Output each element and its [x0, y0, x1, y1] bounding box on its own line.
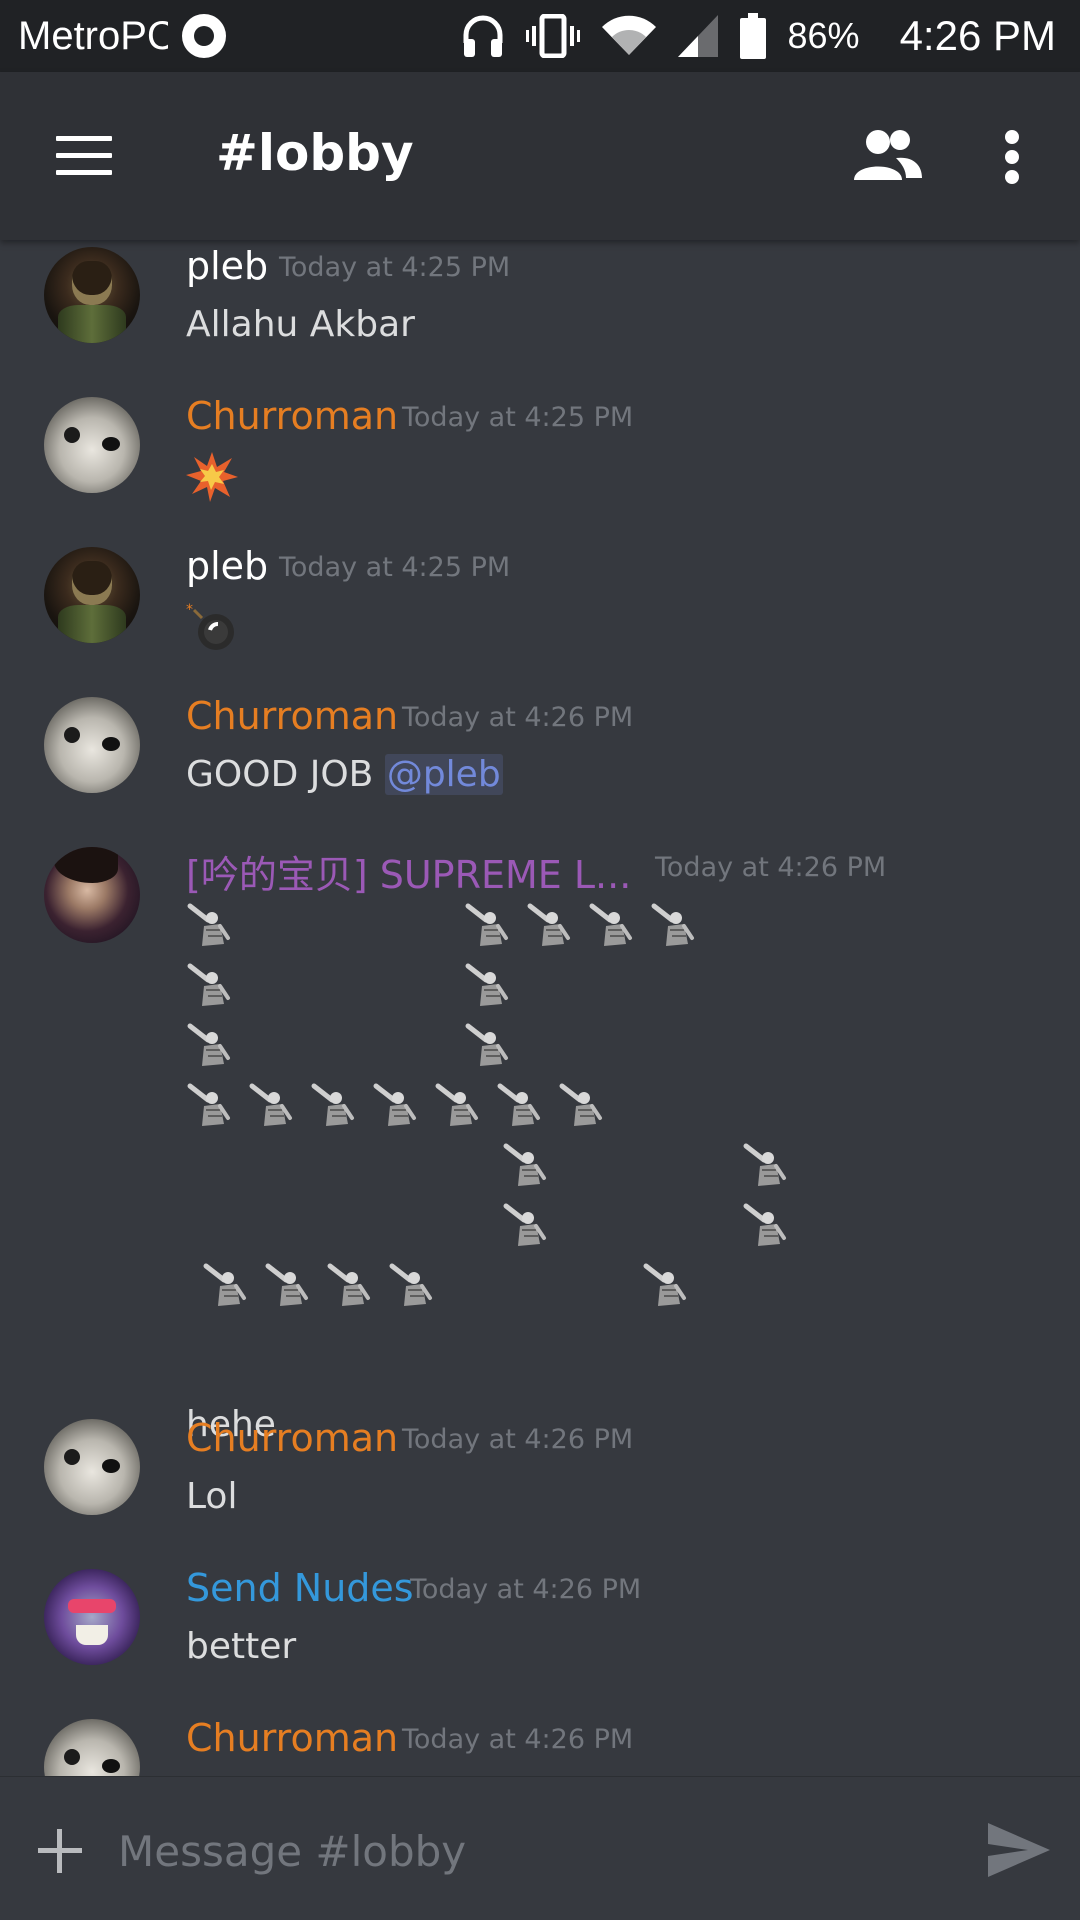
saluting-figure-icon: [465, 1023, 508, 1066]
headphones-icon: [462, 13, 504, 59]
signal-icon: [677, 15, 718, 57]
saluting-figure-icon: [465, 963, 508, 1006]
message-timestamp: Today at 4:25 PM: [279, 552, 511, 583]
saluting-figure-icon: [389, 1263, 432, 1306]
avatar[interactable]: [44, 397, 140, 493]
svg-text:*: *: [186, 602, 193, 618]
vibrate-icon: [525, 14, 580, 58]
message-timestamp: Today at 4:26 PM: [655, 852, 887, 883]
avatar[interactable]: [44, 697, 140, 793]
saluting-figure-icon: [435, 1083, 478, 1126]
avatar[interactable]: [44, 247, 140, 343]
saluting-figure-icon: [503, 1143, 546, 1186]
message-author[interactable]: Churroman: [186, 394, 398, 438]
saluting-figure-icon: [743, 1203, 786, 1246]
saluting-figure-icon: [187, 963, 230, 1006]
message-text: Lol: [186, 1476, 238, 1517]
status-icons: 86% 4:26 PM: [462, 12, 1056, 60]
message-author[interactable]: Churroman: [186, 694, 398, 738]
channel-toolbar: #lobby: [0, 72, 1080, 240]
avatar[interactable]: [44, 1719, 140, 1776]
message-timestamp: Today at 4:26 PM: [402, 1424, 634, 1455]
saluting-figure-icon: [203, 1263, 246, 1306]
wifi-icon: [601, 15, 656, 57]
status-clock: 4:26 PM: [899, 12, 1056, 59]
saluting-figure-icon: [743, 1143, 786, 1186]
message-author[interactable]: Churroman: [186, 1416, 398, 1460]
saluting-figure-icon: [311, 1083, 354, 1126]
channel-title: #lobby: [216, 124, 414, 182]
bomb-icon: *: [186, 602, 234, 650]
saluting-figure-icon: [503, 1203, 546, 1246]
saluting-figure-icon: [589, 903, 632, 946]
message-input[interactable]: [118, 1813, 958, 1889]
saluting-figure-icon: [559, 1083, 602, 1126]
avatar[interactable]: [44, 547, 140, 643]
message-list[interactable]: pleb Today at 4:25 PM Allahu Akbar Churr…: [0, 240, 1080, 1776]
message-composer: [0, 1776, 1080, 1920]
message-text: better: [186, 1626, 297, 1667]
saluting-figure-icon: [651, 903, 694, 946]
saluting-figure-icon: [465, 903, 508, 946]
send-icon[interactable]: [986, 1821, 1052, 1879]
avatar[interactable]: [44, 1419, 140, 1515]
saluting-figure-icon: [373, 1083, 416, 1126]
message-text: GOOD JOB @pleb: [186, 754, 503, 795]
saluting-figure-icon: [187, 903, 230, 946]
message-author[interactable]: Send Nudes: [186, 1566, 414, 1610]
user-mention[interactable]: @pleb: [384, 754, 503, 795]
message-timestamp: Today at 4:25 PM: [279, 252, 511, 283]
music-icon: [182, 14, 226, 58]
avatar[interactable]: [44, 1569, 140, 1665]
status-bar: MetroPCS 86% 4:26 PM: [0, 0, 1080, 72]
collision-icon: [186, 452, 238, 502]
carrier-name: MetroPCS: [18, 13, 168, 58]
message-author[interactable]: [吟的宝贝] SUPREME L...: [186, 844, 631, 899]
message-text-body: GOOD JOB: [186, 754, 385, 795]
message-timestamp: Today at 4:26 PM: [402, 702, 634, 733]
avatar[interactable]: [44, 847, 140, 943]
menu-icon[interactable]: [56, 136, 112, 176]
saluting-figure-icon: [265, 1263, 308, 1306]
members-icon[interactable]: [852, 128, 924, 184]
saluting-figure-icon: [643, 1263, 686, 1306]
app-screen: MetroPCS 86% 4:26 PM #lobby: [0, 0, 1080, 1920]
saluting-figure-icon: [187, 1083, 230, 1126]
message-timestamp: Today at 4:26 PM: [410, 1574, 642, 1605]
saluting-figure-icon: [327, 1263, 370, 1306]
message-author[interactable]: Churroman: [186, 1716, 398, 1760]
saluting-figure-icon: [497, 1083, 540, 1126]
message-author[interactable]: pleb: [186, 544, 268, 588]
battery-icon: [739, 13, 766, 59]
message-timestamp: Today at 4:26 PM: [402, 1724, 634, 1755]
saluting-figure-icon: [187, 1023, 230, 1066]
overflow-menu-icon[interactable]: [996, 130, 1032, 186]
message-timestamp: Today at 4:25 PM: [402, 402, 634, 433]
saluting-figure-icon: [527, 903, 570, 946]
add-icon[interactable]: [38, 1829, 82, 1873]
battery-percentage: 86%: [787, 15, 860, 56]
message-author[interactable]: pleb: [186, 244, 268, 288]
message-text: Allahu Akbar: [186, 304, 415, 345]
saluting-figure-icon: [249, 1083, 292, 1126]
